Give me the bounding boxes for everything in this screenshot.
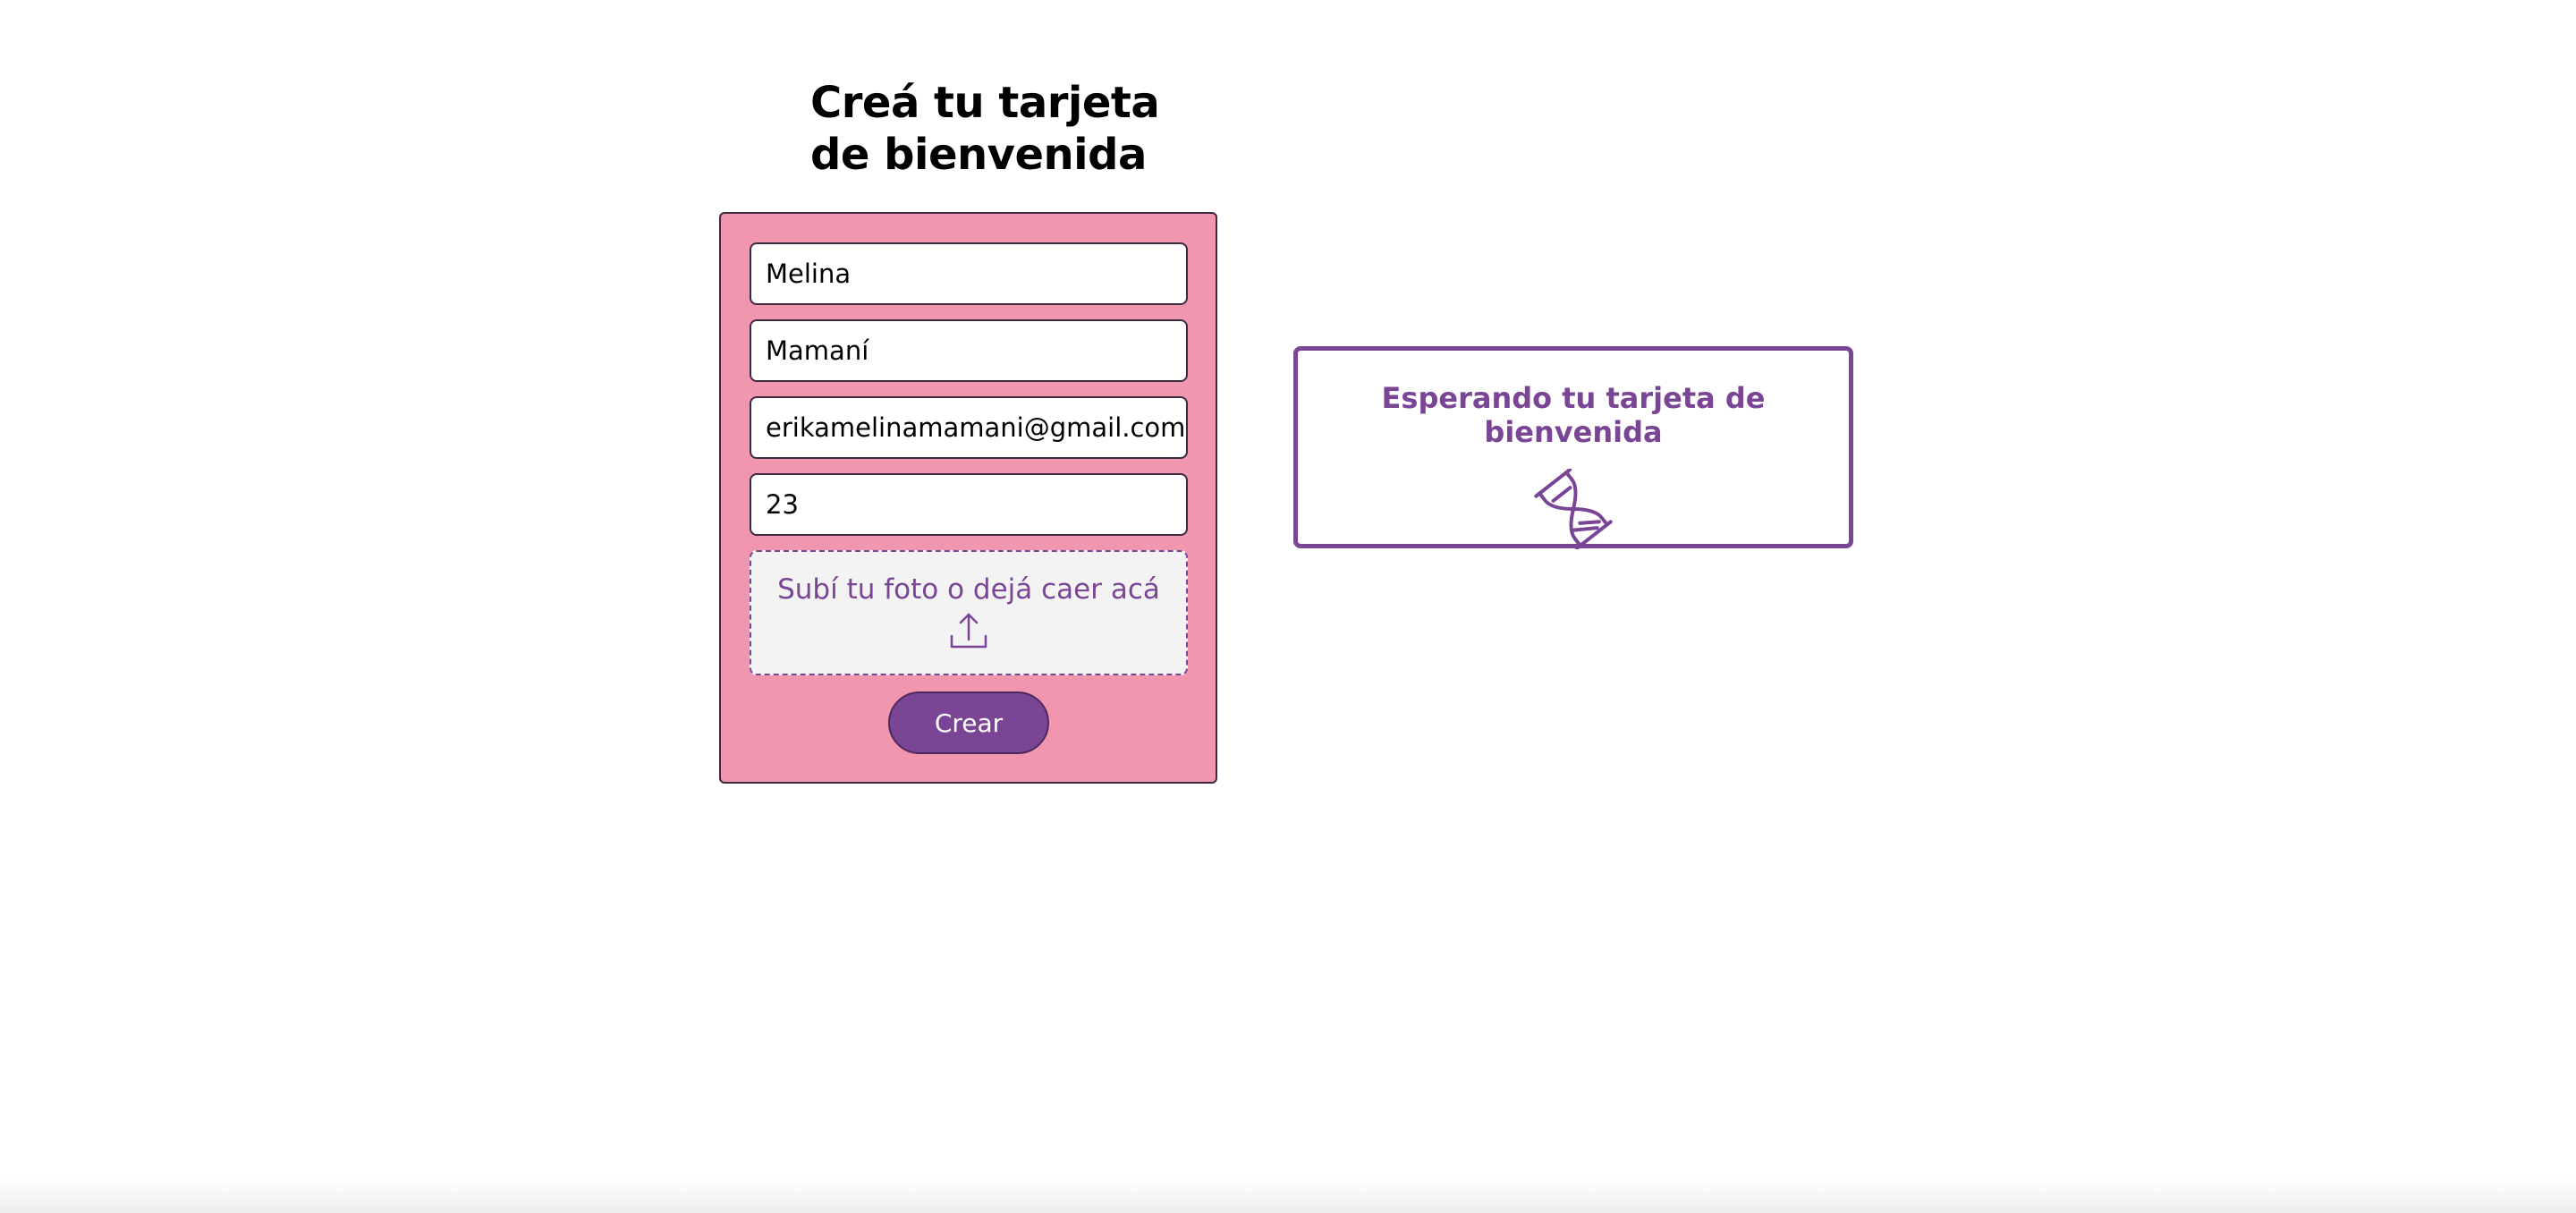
- photo-dropzone[interactable]: Subí tu foto o dejá caer acá: [750, 550, 1188, 675]
- card-form: Subí tu foto o dejá caer acá Crear: [719, 212, 1217, 784]
- welcome-card-preview: Esperando tu tarjeta de bienvenida: [1293, 346, 1853, 549]
- age-input[interactable]: [750, 473, 1188, 536]
- email-input[interactable]: [750, 396, 1188, 459]
- dropzone-label: Subí tu foto o dejá caer acá: [777, 573, 1160, 606]
- bottom-shade: [0, 1177, 2576, 1213]
- page-title-line-1: Creá tu tarjeta: [810, 78, 1160, 128]
- page-title-line-2: de bienvenida: [810, 130, 1147, 180]
- upload-icon: [950, 613, 987, 649]
- page-title: Creá tu tarjeta de bienvenida: [810, 77, 1204, 181]
- hourglass-icon: [1534, 469, 1613, 549]
- last-name-input[interactable]: [750, 319, 1188, 382]
- first-name-input[interactable]: [750, 242, 1188, 305]
- create-button[interactable]: Crear: [888, 691, 1049, 754]
- preview-title: Esperando tu tarjeta de bienvenida: [1381, 381, 1766, 449]
